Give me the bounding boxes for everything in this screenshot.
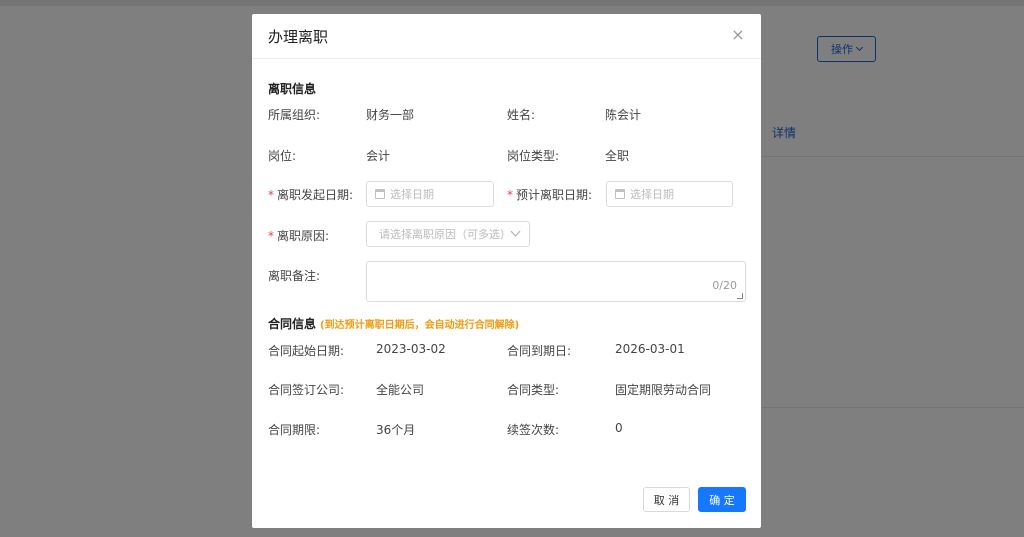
chevron-down-icon (510, 226, 521, 237)
expected-date-label-text: 预计离职日期: (516, 188, 593, 202)
contract-section-note: (到达预计离职日期后，会自动进行合同解除) (320, 320, 520, 331)
reason-label-text: 离职原因: (277, 229, 330, 243)
reason-placeholder: 请选择离职原因（可多选） (379, 228, 511, 241)
required-mark: * (507, 188, 513, 202)
resignation-modal: 办理离职 × 离职信息 所属组织: 财务一部 姓名: 陈会计 岗位: 会计 岗位… (252, 14, 761, 528)
contract-company-value: 全能公司 (376, 383, 425, 397)
reason-label: * 离职原因: (268, 227, 329, 244)
contract-company-label: 合同签订公司: (268, 383, 345, 397)
renewals-label: 续签次数: (507, 423, 560, 437)
start-date-label: * 离职发起日期: (268, 186, 353, 203)
remark-char-count: 0/20 (712, 279, 737, 292)
position-type-label: 岗位类型: (507, 149, 560, 163)
contract-type-label: 合同类型: (507, 383, 560, 397)
contract-type-value: 固定期限劳动合同 (615, 383, 712, 397)
expected-date-label: * 预计离职日期: (507, 186, 592, 203)
contract-section-title-text: 合同信息 (268, 317, 317, 331)
required-mark: * (268, 229, 274, 243)
reason-select[interactable]: 请选择离职原因（可多选） (366, 221, 530, 247)
resize-handle[interactable] (737, 293, 743, 299)
contract-section-title: 合同信息 (到达预计离职日期后，会自动进行合同解除) (268, 315, 519, 332)
contract-start-value: 2023-03-02 (376, 342, 446, 356)
modal-title: 办理离职 (268, 27, 329, 46)
position-type-value: 全职 (605, 149, 630, 163)
contract-term-label: 合同期限: (268, 423, 321, 437)
org-value: 财务一部 (366, 108, 415, 122)
org-label: 所属组织: (268, 108, 321, 122)
resign-section-title: 离职信息 (268, 82, 317, 96)
renewals-value: 0 (615, 421, 623, 435)
remark-textarea[interactable]: 0/20 (366, 261, 746, 302)
confirm-button[interactable]: 确 定 (698, 487, 746, 512)
name-label: 姓名: (507, 108, 536, 122)
expected-date-picker[interactable]: 选择日期 (606, 181, 733, 207)
cancel-button[interactable]: 取 消 (643, 487, 690, 512)
expected-date-placeholder: 选择日期 (630, 188, 674, 201)
name-value: 陈会计 (605, 108, 642, 122)
required-mark: * (268, 188, 274, 202)
start-date-label-text: 离职发起日期: (277, 188, 354, 202)
remark-label: 离职备注: (268, 269, 321, 283)
calendar-icon (375, 189, 385, 199)
close-icon[interactable]: × (729, 26, 747, 44)
modal-header: 办理离职 × (252, 14, 761, 59)
contract-start-label: 合同起始日期: (268, 344, 345, 358)
contract-term-value: 36个月 (376, 423, 416, 437)
position-label: 岗位: (268, 149, 297, 163)
contract-end-label: 合同到期日: (507, 344, 572, 358)
contract-end-value: 2026-03-01 (615, 342, 685, 356)
position-value: 会计 (366, 149, 391, 163)
start-date-picker[interactable]: 选择日期 (366, 181, 494, 207)
start-date-placeholder: 选择日期 (390, 188, 434, 201)
calendar-icon (615, 189, 625, 199)
